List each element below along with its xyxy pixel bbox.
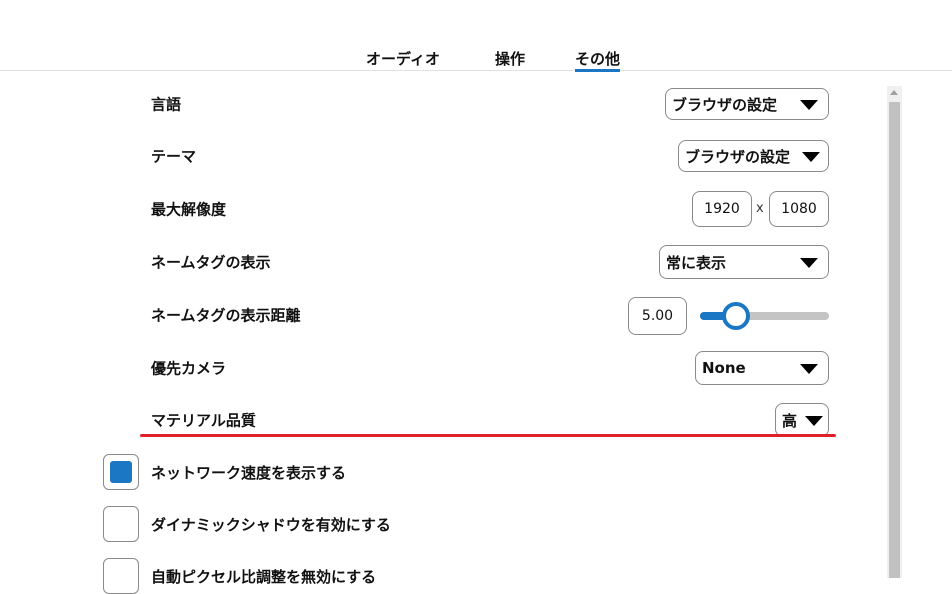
setting-nametag-display-row: ネームタグの表示 常に表示: [0, 242, 880, 282]
setting-priority-camera-row: 優先カメラ None: [0, 348, 880, 388]
nametag-distance-input[interactable]: 5.00: [628, 297, 687, 335]
tab-other[interactable]: その他: [575, 48, 621, 72]
scroll-up-arrow-icon[interactable]: [890, 90, 898, 95]
language-select[interactable]: ブラウザの設定: [665, 88, 829, 120]
setting-theme-row: テーマ ブラウザの設定: [0, 136, 880, 176]
nametag-distance-slider-thumb[interactable]: [722, 302, 750, 330]
material-quality-label: マテリアル品質: [151, 411, 256, 430]
priority-camera-value: None: [702, 359, 746, 377]
vertical-scrollbar[interactable]: [887, 86, 902, 578]
theme-select-value: ブラウザの設定: [685, 147, 791, 166]
max-resolution-label: 最大解像度: [151, 200, 227, 219]
dynamic-shadow-label: ダイナミックシャドウを有効にする: [151, 516, 391, 534]
priority-camera-select[interactable]: None: [695, 351, 829, 385]
resolution-height-input[interactable]: 1080: [769, 191, 829, 227]
tab-audio[interactable]: オーディオ: [366, 48, 440, 69]
checkbox-checked-mark: [110, 461, 132, 483]
tab-controls[interactable]: 操作: [495, 48, 525, 69]
language-label: 言語: [151, 95, 182, 114]
dynamic-shadow-checkbox[interactable]: [103, 506, 139, 542]
highlight-underline: [140, 434, 836, 437]
material-quality-value: 高: [782, 411, 798, 430]
chevron-down-icon: [800, 364, 818, 374]
nametag-display-select[interactable]: 常に表示: [659, 245, 829, 279]
theme-label: テーマ: [151, 147, 197, 166]
theme-select[interactable]: ブラウザの設定: [678, 140, 829, 172]
disable-auto-pixel-ratio-label: 自動ピクセル比調整を無効にする: [151, 568, 377, 586]
priority-camera-label: 優先カメラ: [151, 359, 227, 378]
resolution-width-input[interactable]: 1920: [692, 191, 752, 227]
nametag-display-label: ネームタグの表示: [151, 253, 271, 272]
material-quality-select[interactable]: 高: [775, 403, 829, 437]
nametag-distance-label: ネームタグの表示距離: [151, 306, 301, 325]
scrollbar-thumb[interactable]: [889, 102, 900, 578]
chevron-down-icon: [802, 152, 820, 162]
tab-bar: オーディオ 操作 その他: [0, 46, 952, 72]
disable-auto-pixel-ratio-checkbox[interactable]: [103, 558, 139, 594]
chevron-down-icon: [800, 100, 818, 110]
chevron-down-icon: [800, 258, 818, 268]
chevron-down-icon: [805, 416, 823, 426]
show-network-speed-checkbox[interactable]: [103, 454, 139, 490]
nametag-display-value: 常に表示: [666, 253, 727, 272]
resolution-separator: x: [756, 201, 764, 216]
setting-language-row: 言語 ブラウザの設定: [0, 84, 880, 124]
show-network-speed-label: ネットワーク速度を表示する: [151, 464, 347, 482]
setting-max-resolution-row: 最大解像度 1920 x 1080: [0, 189, 880, 229]
language-select-value: ブラウザの設定: [672, 95, 778, 114]
setting-nametag-distance-row: ネームタグの表示距離 5.00: [0, 295, 880, 335]
